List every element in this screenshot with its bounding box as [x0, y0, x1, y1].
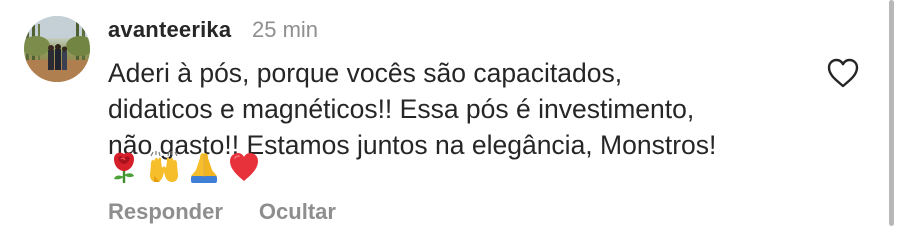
heart-outline-icon — [827, 58, 859, 88]
red-heart-emoji — [230, 153, 258, 181]
hide-button[interactable]: Ocultar — [259, 199, 336, 225]
folded-hands-emoji — [191, 153, 217, 183]
comment-item: avanteerika 25 min Aderi à pós, porque v… — [0, 0, 900, 244]
emoji-row — [108, 150, 260, 184]
raising-hands-emoji — [150, 151, 178, 182]
avatar-photo — [24, 16, 90, 82]
like-button[interactable] — [826, 57, 860, 89]
scrollbar[interactable] — [889, 0, 894, 226]
comment-text-line: Aderi à pós, porque vocês são capacitado… — [108, 58, 623, 88]
username-link[interactable]: avanteerika — [108, 17, 231, 43]
comment-actions: Responder Ocultar — [108, 199, 336, 225]
comment-text-line: didaticos e magnéticos!! Essa pós é inve… — [108, 94, 695, 124]
rose-emoji — [114, 152, 134, 183]
comment-timestamp: 25 min — [252, 17, 319, 42]
comment-text: Aderi à pós, porque vocês são capacitado… — [108, 55, 808, 163]
avatar[interactable] — [24, 16, 90, 82]
reply-button[interactable]: Responder — [108, 199, 223, 225]
